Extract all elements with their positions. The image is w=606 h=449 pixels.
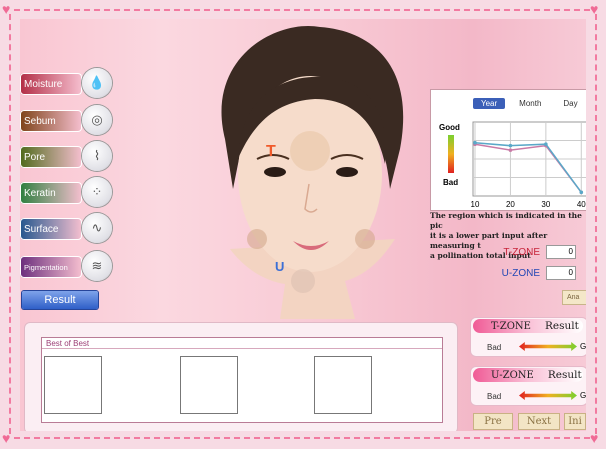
menu-item-surface[interactable]: Surface ∿ (20, 213, 112, 243)
init-button[interactable]: Ini (564, 413, 586, 430)
border-top-dashes (14, 9, 590, 11)
best-of-best-box: Best of Best (41, 337, 443, 423)
series-point (579, 190, 584, 195)
u-zone-result-word: Result (547, 369, 582, 381)
t-zone-label: T-ZONE (503, 246, 540, 258)
series-point (544, 142, 548, 146)
menu-item-keratin[interactable]: Keratin ⁘ (20, 177, 112, 207)
heart-icon: ♥ (2, 1, 11, 17)
heart-icon: ♥ (590, 1, 599, 17)
u-zone-label: U-ZONE (501, 267, 540, 279)
surface-wave-icon: ∿ (82, 213, 112, 243)
good-label: Good (439, 123, 460, 132)
analysis-button[interactable]: Ana (562, 290, 586, 305)
u-zone-bad-label: Bad (487, 392, 502, 401)
u-zone-marker: U (275, 259, 285, 274)
border-left-dashes (9, 14, 11, 434)
best-slot-2[interactable] (180, 356, 238, 414)
menu-item-moisture[interactable]: Moisture 💧 (20, 68, 112, 98)
u-zone-input[interactable]: 0 (546, 266, 576, 280)
oil-drop-icon: ◎ (82, 105, 112, 135)
t-zone-result-panel: T-ZONE Result Bad G (470, 317, 586, 357)
pore-hair-icon: ⌇ (82, 141, 112, 171)
menu-item-label: Sebum (20, 110, 82, 132)
menu-item-label: Moisture (20, 73, 82, 95)
t-zone-row: T-ZONE 0 (468, 245, 576, 259)
best-of-best-panel: Best of Best (24, 322, 458, 431)
u-zone-result-panel: U-ZONE Result Bad G (470, 366, 586, 406)
history-chart-panel: Year Month Day Good Bad 10 20 30 40 (430, 89, 586, 211)
best-slot-1[interactable] (44, 356, 102, 414)
menu-item-label: Pore (20, 146, 82, 168)
keratin-cells-icon: ⁘ (82, 177, 112, 207)
t-zone-scale-arrow (519, 342, 577, 351)
u-zone-result-label: U-ZONE (491, 369, 534, 381)
previous-button[interactable]: Pre (473, 413, 513, 430)
best-of-best-title: Best of Best (42, 338, 442, 349)
result-button[interactable]: Result (22, 291, 98, 309)
u-zone-scale-arrow (519, 391, 577, 400)
x-tick-label: 40 (577, 200, 586, 209)
u-zone-row: U-ZONE 0 (468, 266, 576, 280)
t-zone-result-word: Result (544, 320, 579, 332)
menu-item-label: Surface (20, 218, 82, 240)
x-tick-label: 30 (541, 200, 550, 209)
t-zone-result-label: T-ZONE (491, 320, 531, 332)
info-line-1: The region which is indicated in the pic (430, 211, 582, 230)
series-point (473, 140, 477, 145)
history-line-chart: 10 20 30 40 (471, 121, 586, 209)
heart-icon: ♥ (2, 430, 11, 446)
next-button[interactable]: Next (518, 413, 560, 430)
menu-item-pigmentation[interactable]: Pigmentation ≋ (20, 251, 112, 281)
menu-item-sebum[interactable]: Sebum ◎ (20, 105, 112, 135)
border-right-dashes (595, 14, 597, 434)
series-point (508, 143, 513, 148)
best-slot-3[interactable] (314, 356, 372, 414)
series-point (508, 148, 513, 152)
heart-icon: ♥ (590, 430, 599, 446)
water-drop-icon: 💧 (82, 68, 112, 98)
t-zone-good-label: G (580, 342, 586, 351)
good-bad-arrow (448, 135, 454, 173)
t-zone-input[interactable]: 0 (546, 245, 576, 259)
border-bottom-dashes (14, 437, 590, 439)
t-zone-result-header: T-ZONE Result (473, 319, 583, 333)
menu-item-pore[interactable]: Pore ⌇ (20, 141, 112, 171)
t-zone-bad-label: Bad (487, 343, 502, 352)
menu-item-label: Pigmentation (20, 256, 82, 278)
x-tick-label: 10 (471, 200, 480, 209)
main-stage: T U Moisture 💧 Sebum ◎ Pore ⌇ Keratin ⁘ Surface ∿… (20, 19, 586, 431)
face-illustration (221, 25, 404, 319)
pigmentation-lines-icon: ≋ (82, 251, 112, 281)
t-zone-marker: T (266, 143, 276, 160)
x-tick-label: 20 (506, 200, 515, 209)
bad-label: Bad (443, 178, 459, 187)
u-zone-good-label: G (580, 391, 586, 400)
menu-item-label: Keratin (20, 182, 82, 204)
u-zone-result-header: U-ZONE Result (473, 368, 583, 382)
